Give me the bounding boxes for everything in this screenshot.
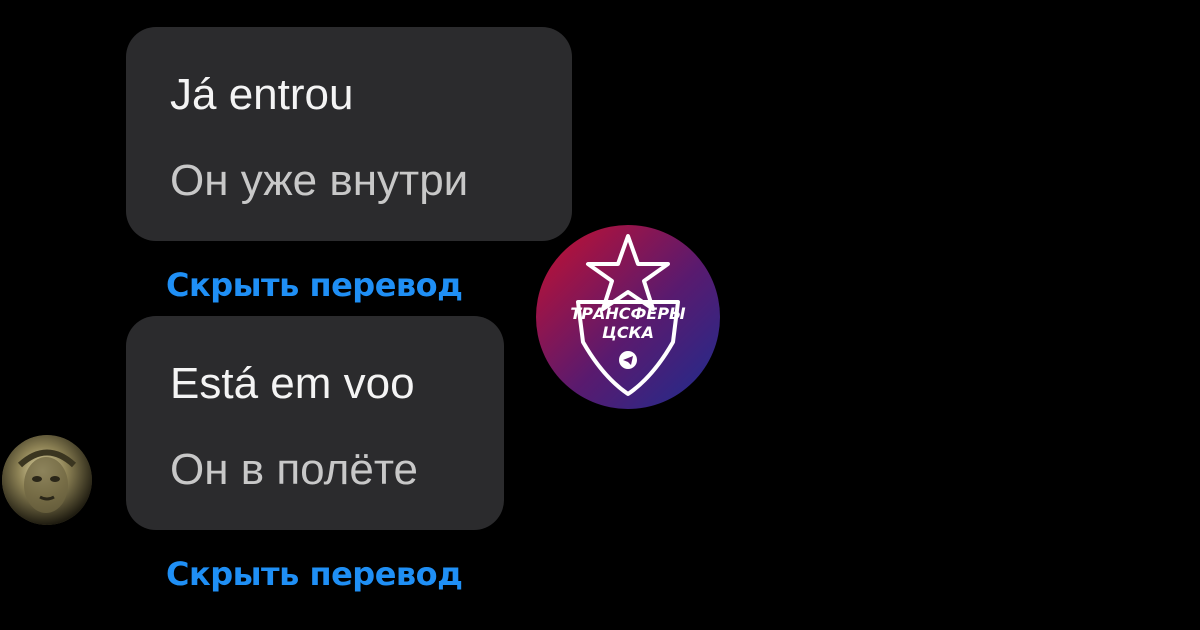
message-bubble[interactable]: Está em voo Он в полёте xyxy=(126,316,504,530)
message-original-text: Está em voo xyxy=(170,359,415,408)
logo-title-line1: ТРАНСФЕРЫ xyxy=(570,304,686,323)
hide-translation-link[interactable]: Скрыть перевод xyxy=(166,265,463,305)
message-translated-text: Он в полёте xyxy=(170,445,418,494)
message-bubble[interactable]: Já entrou Он уже внутри xyxy=(126,27,572,241)
sender-avatar[interactable] xyxy=(2,435,92,525)
hide-translation-link[interactable]: Скрыть перевод xyxy=(166,554,463,594)
transfers-cska-logo: ТРАНСФЕРЫ ЦСКА xyxy=(533,222,723,412)
message-translated-text: Он уже внутри xyxy=(170,156,469,205)
message-original-text: Já entrou xyxy=(170,70,354,119)
user-avatar-icon xyxy=(2,435,92,525)
telegram-icon xyxy=(619,351,637,369)
logo-title-line2: ЦСКА xyxy=(602,323,654,342)
